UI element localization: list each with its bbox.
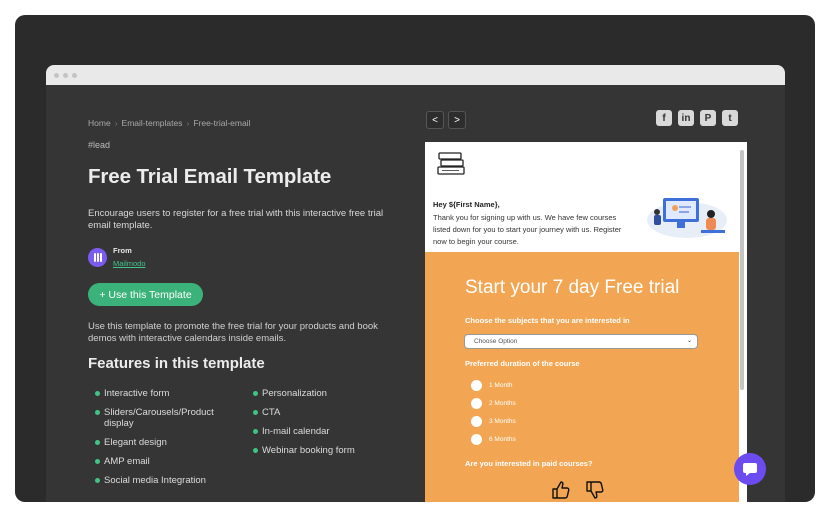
- subjects-question: Choose the subjects that you are interes…: [465, 316, 630, 325]
- subjects-select-value: Choose Option: [474, 338, 518, 345]
- feature-item: CTA: [253, 407, 393, 418]
- prev-template-button[interactable]: <: [426, 111, 444, 129]
- duration-option[interactable]: 3 Months: [471, 416, 516, 427]
- radio-button[interactable]: [471, 398, 482, 409]
- breadcrumb-separator: ›: [186, 118, 190, 128]
- features-list-left: Interactive form Sliders/Carousels/Produ…: [95, 388, 230, 494]
- window-dot[interactable]: [72, 72, 77, 78]
- features-heading: Features in this template: [88, 355, 265, 372]
- email-greeting: Hey ${First Name},: [433, 200, 500, 209]
- breadcrumb-home[interactable]: Home: [88, 118, 111, 128]
- chat-widget-button[interactable]: [734, 453, 766, 485]
- page-title: Free Trial Email Template: [88, 165, 332, 188]
- duration-option[interactable]: 1 Month: [471, 380, 513, 391]
- author-from-label: From: [113, 246, 132, 255]
- features-list-right: Personalization CTA In-mail calendar Web…: [253, 388, 393, 464]
- duration-option[interactable]: 6 Months: [471, 434, 516, 445]
- form-headline: Start your 7 day Free trial: [465, 277, 680, 298]
- author-avatar: [88, 248, 107, 267]
- chat-icon: [743, 463, 757, 476]
- duration-question: Preferred duration of the course: [465, 359, 580, 368]
- pinterest-icon[interactable]: P: [700, 110, 716, 126]
- breadcrumb-current[interactable]: Free-trial-email: [193, 118, 250, 128]
- facebook-icon[interactable]: f: [656, 110, 672, 126]
- window-dot[interactable]: [54, 72, 59, 78]
- duration-option[interactable]: 2 Months: [471, 398, 516, 409]
- radio-button[interactable]: [471, 434, 482, 445]
- chevron-down-icon: ⌄: [686, 338, 692, 344]
- window-dot[interactable]: [63, 72, 68, 78]
- feature-item: AMP email: [95, 456, 230, 467]
- feature-item: In-mail calendar: [253, 426, 393, 437]
- online-course-illustration-icon: [647, 198, 727, 238]
- paid-courses-question: Are you interested in paid courses?: [465, 459, 593, 468]
- feature-item: Sliders/Carousels/Product display: [95, 407, 230, 429]
- radio-button[interactable]: [471, 416, 482, 427]
- duration-label: 6 Months: [489, 436, 516, 443]
- duration-label: 2 Months: [489, 400, 516, 407]
- browser-toolbar: [46, 65, 785, 85]
- feature-item: Interactive form: [95, 388, 230, 399]
- thumbs-up-icon[interactable]: [551, 480, 571, 500]
- duration-label: 3 Months: [489, 418, 516, 425]
- browser-window: Home › Email-templates › Free-trial-emai…: [46, 65, 785, 502]
- feature-item: Social media Integration: [95, 475, 230, 486]
- feature-item: Personalization: [253, 388, 393, 399]
- author-link[interactable]: Mailmodo: [113, 259, 146, 268]
- feature-item: Elegant design: [95, 437, 230, 448]
- use-template-button[interactable]: + Use this Template: [88, 283, 203, 306]
- feature-item: Webinar booking form: [253, 445, 393, 456]
- duration-label: 1 Month: [489, 382, 513, 389]
- books-logo-icon: [437, 152, 465, 175]
- email-body: Thank you for signing up with us. We hav…: [433, 213, 622, 246]
- breadcrumb-separator: ›: [114, 118, 118, 128]
- radio-button[interactable]: [471, 380, 482, 391]
- usage-description: Use this template to promote the free tr…: [88, 321, 378, 344]
- breadcrumb: Home › Email-templates › Free-trial-emai…: [88, 118, 250, 128]
- category-tag[interactable]: #lead: [88, 140, 110, 150]
- signup-form-section: Start your 7 day Free trial Choose the s…: [425, 252, 739, 502]
- thumbs-down-icon[interactable]: [585, 480, 605, 500]
- subjects-select[interactable]: Choose Option ⌄: [464, 334, 698, 349]
- page-description: Encourage users to register for a free t…: [88, 208, 384, 231]
- page-frame: Home › Email-templates › Free-trial-emai…: [15, 15, 815, 502]
- next-template-button[interactable]: >: [448, 111, 466, 129]
- email-preview[interactable]: Hey ${First Name}, Thank you for signing…: [425, 142, 747, 502]
- linkedin-icon[interactable]: in: [678, 110, 694, 126]
- preview-scrollbar[interactable]: [740, 150, 744, 390]
- twitter-icon[interactable]: t: [722, 110, 738, 126]
- breadcrumb-email-templates[interactable]: Email-templates: [122, 118, 183, 128]
